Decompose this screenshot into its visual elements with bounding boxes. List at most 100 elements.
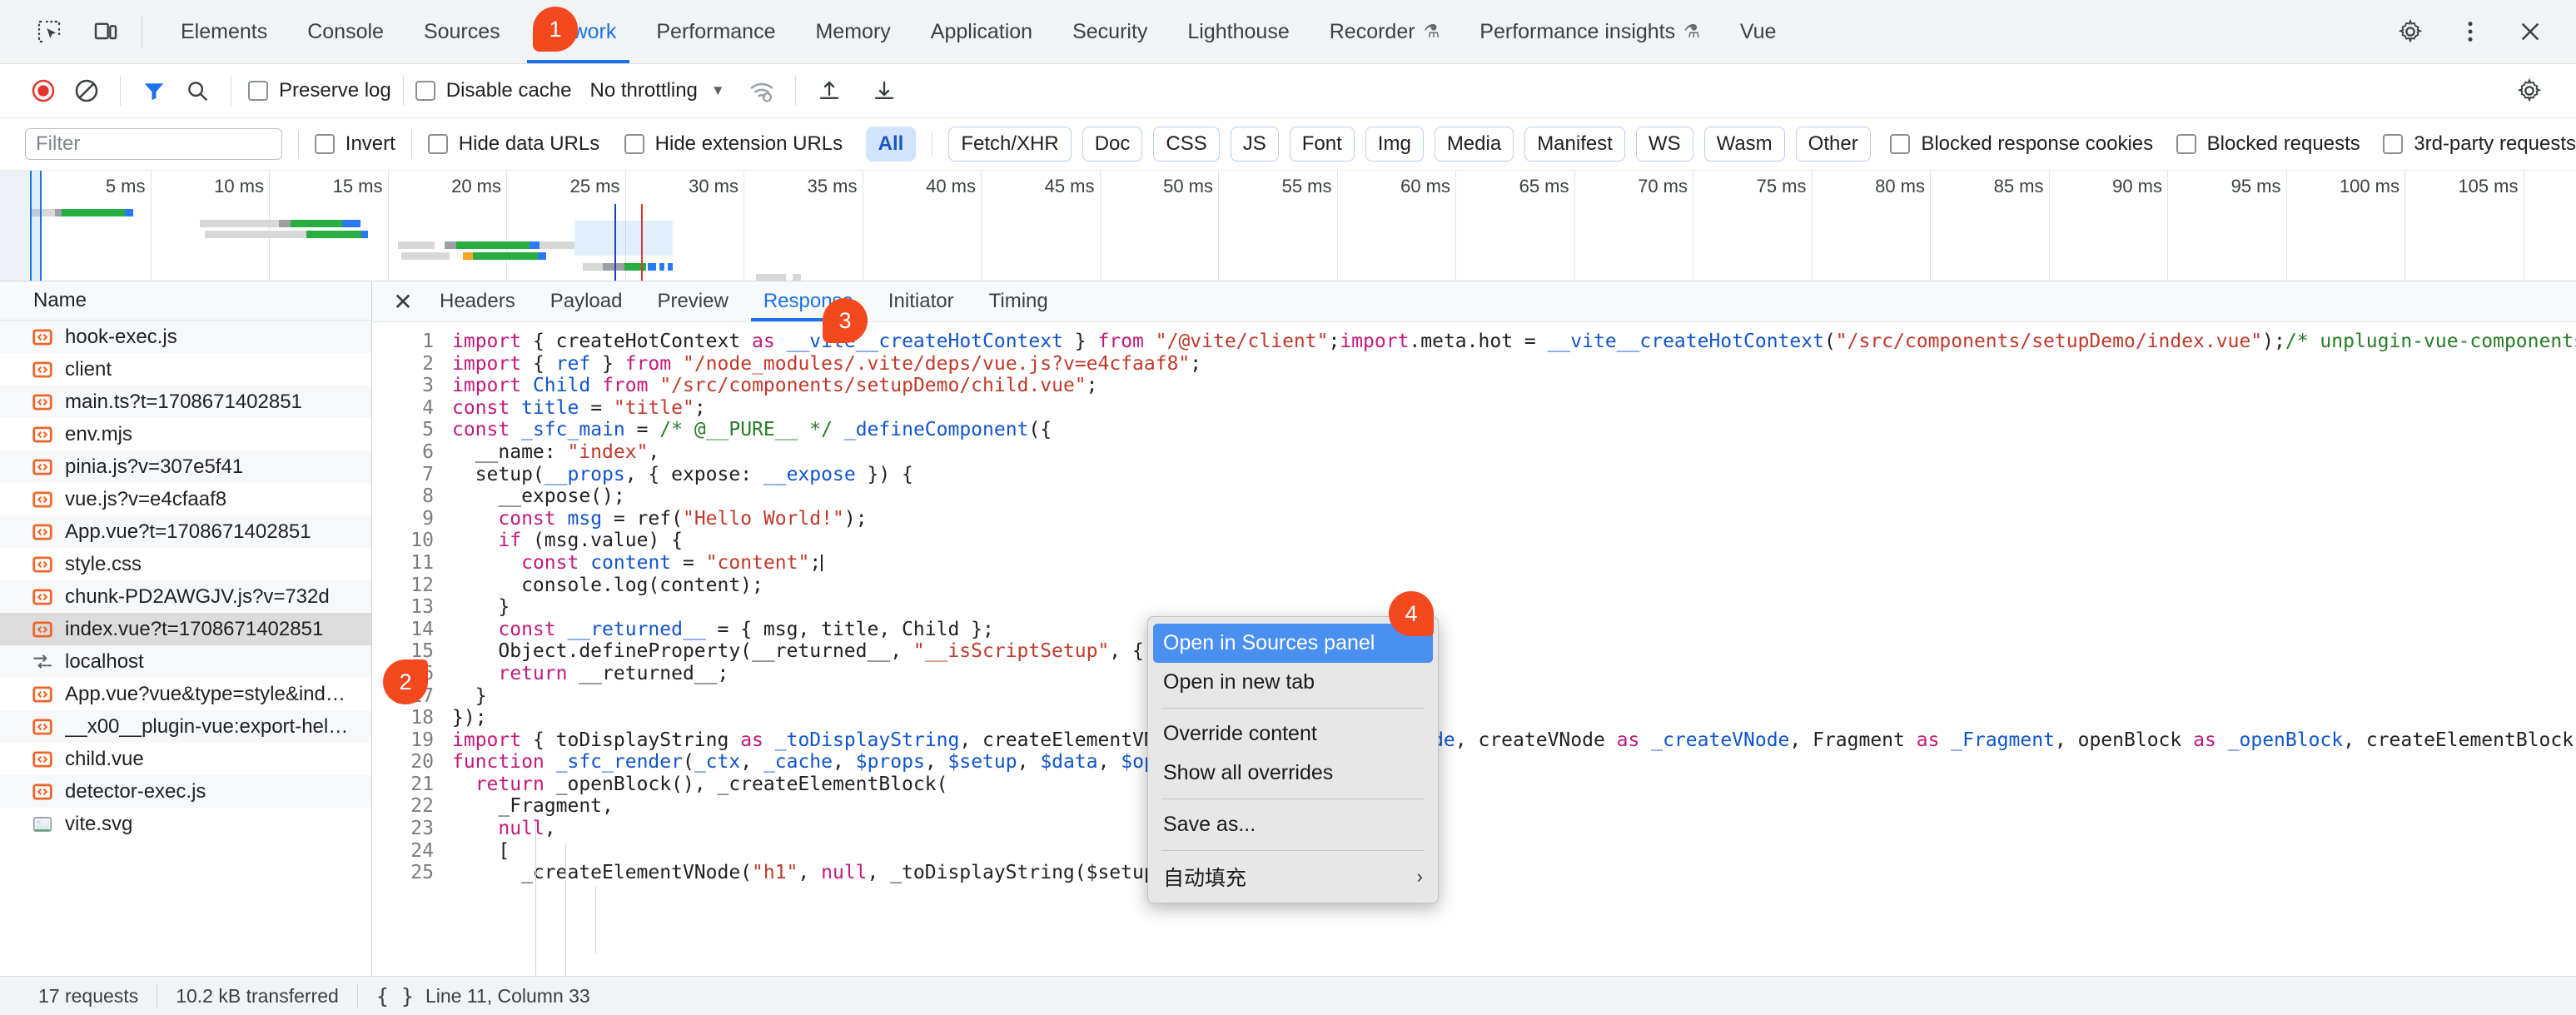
context-menu-item[interactable]: Open in Sources panel bbox=[1153, 624, 1433, 663]
tab-security[interactable]: Security bbox=[1052, 0, 1167, 63]
checkbox-box[interactable] bbox=[2176, 134, 2196, 154]
filter-input[interactable]: Filter bbox=[25, 128, 282, 160]
request-list-item[interactable]: index.vue?t=1708671402851 bbox=[0, 613, 371, 645]
code-line-content[interactable]: function _sfc_render(_ctx, _cache, $prop… bbox=[452, 751, 1156, 774]
tab-sources[interactable]: Sources bbox=[404, 0, 520, 63]
tab-performance-insights[interactable]: Performance insights⚗ bbox=[1460, 0, 1720, 63]
request-list-item[interactable]: App.vue?vue&type=style&ind… bbox=[0, 678, 371, 710]
code-line-content[interactable]: return __returned__; bbox=[452, 663, 729, 685]
code-line-content[interactable]: import Child from "/src/components/setup… bbox=[452, 375, 1098, 397]
record-icon[interactable] bbox=[22, 69, 65, 112]
type-filter-media[interactable]: Media bbox=[1435, 127, 1514, 162]
context-menu-item[interactable]: Show all overrides bbox=[1148, 754, 1438, 793]
request-list-item[interactable]: child.vue bbox=[0, 743, 371, 775]
detail-tab-initiator[interactable]: Initiator bbox=[871, 281, 972, 321]
type-filter-doc[interactable]: Doc bbox=[1082, 127, 1143, 162]
code-line-content[interactable]: setup(__props, { expose: __expose }) { bbox=[452, 464, 913, 486]
type-filter-wasm[interactable]: Wasm bbox=[1704, 127, 1785, 162]
checkbox-box[interactable] bbox=[428, 134, 448, 154]
close-detail-icon[interactable]: ✕ bbox=[384, 281, 422, 321]
request-list-item[interactable]: style.css bbox=[0, 548, 371, 580]
tab-memory[interactable]: Memory bbox=[795, 0, 910, 63]
request-list-item[interactable]: vue.js?v=e4cfaaf8 bbox=[0, 483, 371, 515]
checkbox-box[interactable] bbox=[315, 134, 335, 154]
inspect-element-icon[interactable] bbox=[32, 14, 67, 49]
code-line-content[interactable]: _Fragment, bbox=[452, 795, 614, 818]
tab-elements[interactable]: Elements bbox=[161, 0, 287, 63]
code-line-content[interactable]: __expose(); bbox=[452, 485, 625, 508]
type-filter-font[interactable]: Font bbox=[1290, 127, 1355, 162]
third-party-requests-checkbox[interactable]: 3rd-party requests bbox=[2383, 132, 2576, 156]
code-line-content[interactable]: __name: "index", bbox=[452, 441, 659, 464]
type-filter-ws[interactable]: WS bbox=[1636, 127, 1693, 162]
blocked-response-cookies-checkbox[interactable]: Blocked response cookies bbox=[1890, 132, 2153, 156]
pretty-print-icon[interactable]: { } bbox=[358, 984, 425, 1008]
code-line-content[interactable]: import { ref } from "/node_modules/.vite… bbox=[452, 353, 1201, 376]
hide-data-urls-checkbox[interactable]: Hide data URLs bbox=[428, 132, 599, 156]
tab-console[interactable]: Console bbox=[287, 0, 404, 63]
context-menu-item[interactable]: Save as... bbox=[1148, 805, 1438, 844]
network-overview-timeline[interactable]: 5 ms10 ms15 ms20 ms25 ms30 ms35 ms40 ms4… bbox=[0, 171, 2576, 281]
close-icon[interactable] bbox=[2513, 14, 2548, 49]
type-filter-css[interactable]: CSS bbox=[1153, 127, 1219, 162]
request-list-item[interactable]: pinia.js?v=307e5f41 bbox=[0, 450, 371, 483]
code-line-content[interactable]: const content = "content"; bbox=[452, 552, 823, 575]
tab-performance[interactable]: Performance bbox=[636, 0, 795, 63]
preserve-log-checkbox[interactable]: Preserve log bbox=[248, 79, 391, 102]
type-filter-js[interactable]: JS bbox=[1231, 127, 1279, 162]
context-menu-item[interactable]: 自动填充› bbox=[1148, 857, 1438, 896]
checkbox-box[interactable] bbox=[1890, 134, 1910, 154]
code-line-content[interactable]: }); bbox=[452, 707, 487, 729]
code-line-content[interactable]: const msg = ref("Hello World!"); bbox=[452, 508, 868, 530]
requests-column-header[interactable]: Name bbox=[0, 281, 371, 321]
code-line-content[interactable]: const title = "title"; bbox=[452, 397, 706, 420]
blocked-requests-checkbox[interactable]: Blocked requests bbox=[2176, 132, 2360, 156]
type-filter-manifest[interactable]: Manifest bbox=[1524, 127, 1625, 162]
disable-cache-checkbox[interactable]: Disable cache bbox=[415, 79, 572, 102]
code-line-content[interactable]: [ bbox=[452, 840, 510, 863]
type-filter-all[interactable]: All bbox=[866, 127, 917, 162]
tab-recorder[interactable]: Recorder⚗ bbox=[1310, 0, 1460, 63]
code-line-content[interactable]: } bbox=[452, 596, 510, 619]
filter-icon[interactable] bbox=[132, 69, 176, 112]
request-list-item[interactable]: detector-exec.js bbox=[0, 775, 371, 808]
throttling-dropdown[interactable]: No throttling ▼ bbox=[589, 79, 724, 102]
request-list-item[interactable]: hook-exec.js bbox=[0, 321, 371, 353]
type-filter-other[interactable]: Other bbox=[1796, 127, 1871, 162]
checkbox-box[interactable] bbox=[248, 81, 268, 101]
tab-application[interactable]: Application bbox=[911, 0, 1052, 63]
type-filter-fetch-xhr[interactable]: Fetch/XHR bbox=[948, 127, 1071, 162]
checkbox-box[interactable] bbox=[2383, 134, 2403, 154]
context-menu-item[interactable]: Open in new tab bbox=[1148, 663, 1438, 702]
request-list-item[interactable]: main.ts?t=1708671402851 bbox=[0, 386, 371, 418]
request-list-item[interactable]: vite.svg bbox=[0, 808, 371, 840]
request-list-item[interactable]: App.vue?t=1708671402851 bbox=[0, 515, 371, 548]
tab-vue[interactable]: Vue bbox=[1720, 0, 1797, 63]
more-options-icon[interactable] bbox=[2453, 14, 2488, 49]
detail-tab-preview[interactable]: Preview bbox=[639, 281, 745, 321]
request-list-item[interactable]: localhost bbox=[0, 645, 371, 678]
request-list-item[interactable]: __x00__plugin-vue:export-hel… bbox=[0, 710, 371, 743]
import-har-icon[interactable] bbox=[808, 69, 851, 112]
export-har-icon[interactable] bbox=[863, 69, 906, 112]
code-line-content[interactable]: import { createHotContext as __vite__cre… bbox=[452, 331, 2576, 353]
checkbox-box[interactable] bbox=[624, 134, 644, 154]
network-settings-gear-icon[interactable] bbox=[2508, 69, 2551, 112]
code-line-content[interactable]: console.log(content); bbox=[452, 575, 763, 597]
detail-tab-headers[interactable]: Headers bbox=[422, 281, 533, 321]
type-filter-img[interactable]: Img bbox=[1365, 127, 1424, 162]
code-line-content[interactable]: import { toDisplayString as _toDisplaySt… bbox=[452, 729, 2576, 752]
context-menu-item[interactable]: Override content bbox=[1148, 714, 1438, 754]
code-line-content[interactable]: return _openBlock(), _createElementBlock… bbox=[452, 774, 947, 796]
timeline-selection[interactable] bbox=[30, 171, 42, 281]
code-line-content[interactable]: null, bbox=[452, 818, 556, 840]
code-line-content[interactable]: const __returned__ = { msg, title, Child… bbox=[452, 619, 994, 641]
code-line-content[interactable]: const _sfc_main = /* @__PURE__ */ _defin… bbox=[452, 419, 1052, 441]
request-list-item[interactable]: env.mjs bbox=[0, 418, 371, 450]
gear-icon[interactable] bbox=[2393, 14, 2428, 49]
response-code-view[interactable]: 1import { createHotContext as __vite__cr… bbox=[372, 322, 2576, 976]
detail-tab-timing[interactable]: Timing bbox=[972, 281, 1066, 321]
code-line-content[interactable]: if (msg.value) { bbox=[452, 530, 683, 552]
network-conditions-icon[interactable] bbox=[740, 69, 783, 112]
detail-tab-payload[interactable]: Payload bbox=[533, 281, 640, 321]
